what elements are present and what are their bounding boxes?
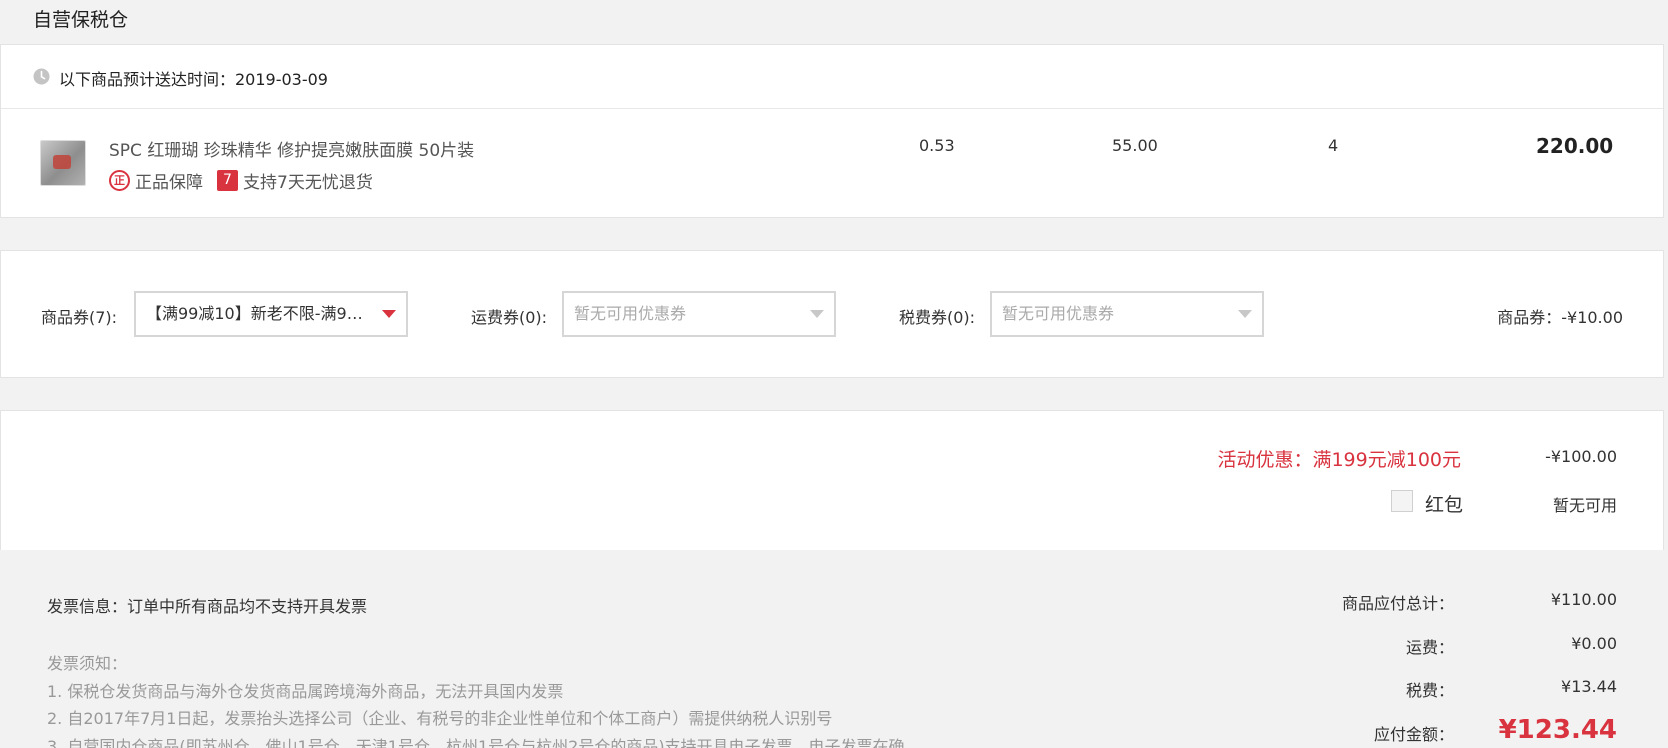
dropdown-arrow-icon [810, 310, 824, 318]
summary-goods-total: 商品应付总计： ¥110.00 [1290, 590, 1617, 616]
invoice-notes: 发票须知： 1. 保税仓发货商品与海外仓发货商品属跨境海外商品，无法开具国内发票… [47, 650, 905, 748]
promotion-panel: 活动优惠：满199元减100元 -¥100.00 红包 暂无可用 [0, 410, 1664, 550]
summary-shipping-label: 运费： [1405, 638, 1454, 657]
coupon-panel: 商品券(7): 【满99减10】新老不限-满99减10 运费券(0): 暂无可用… [0, 250, 1664, 378]
tax-coupon-select[interactable]: 暂无可用优惠券 [990, 291, 1264, 337]
summary-tax: 税费： ¥13.44 [1290, 677, 1617, 703]
invoice-note-item: 1. 保税仓发货商品与海外仓发货商品属跨境海外商品，无法开具国内发票 [47, 681, 564, 701]
invoice-note-item: 2. 自2017年7月1日起，发票抬头选择公司（企业、有税号的非企业性单位和个体… [47, 709, 833, 728]
invoice-note-item: 3. 自营国内仓商品(即苏州仓、佛山1号仓、天津1号仓、杭州1号仓与杭州2号仓的… [47, 736, 905, 748]
goods-coupon-selected-value: 【满99减10】新老不限-满99减10 [146, 304, 394, 323]
product-thumbnail[interactable] [40, 140, 86, 186]
seven-day-return-label: 支持7天无忧退货 [243, 172, 373, 193]
goods-coupon-select[interactable]: 【满99减10】新老不限-满99减10 [134, 291, 408, 337]
summary-tax-value: ¥13.44 [1561, 677, 1617, 696]
goods-coupon-total: 商品券：-¥10.00 [1497, 308, 1623, 327]
dropdown-arrow-icon [1238, 310, 1252, 318]
shipping-coupon-select[interactable]: 暂无可用优惠券 [562, 291, 836, 337]
product-name-link[interactable]: SPC 红珊瑚 珍珠精华 修护提亮嫩肤面膜 50片装 [109, 136, 474, 161]
delivery-time-text: 以下商品预计送达时间：2019-03-09 [59, 70, 328, 89]
invoice-notes-title: 发票须知： [47, 654, 128, 673]
checkout-page: 自营保税仓 以下商品预计送达时间：2019-03-09 SPC 红珊瑚 珍珠精华… [0, 0, 1668, 748]
red-packet-status: 暂无可用 [1552, 496, 1617, 515]
product-price: 55.00 [1112, 136, 1158, 155]
seven-day-return-icon: 7 [217, 169, 238, 191]
product-row: SPC 红珊瑚 珍珠精华 修护提亮嫩肤面膜 50片装 正 正品保障 7 支持7天… [1, 110, 1663, 218]
summary-payable-label: 应付金额： [1373, 725, 1454, 744]
order-panel: 以下商品预计送达时间：2019-03-09 SPC 红珊瑚 珍珠精华 修护提亮嫩… [0, 44, 1664, 218]
summary-payable: 应付金额： ¥123.44 [1290, 715, 1617, 747]
product-guarantees: 正 正品保障 7 支持7天无忧退货 [109, 168, 373, 193]
summary-tax-label: 税费： [1405, 681, 1454, 700]
product-tax: 0.53 [919, 136, 955, 155]
red-packet-label[interactable]: 红包 [1425, 490, 1463, 517]
tax-coupon-placeholder: 暂无可用优惠券 [1002, 304, 1115, 323]
product-quantity: 4 [1328, 136, 1339, 155]
clock-icon [33, 68, 50, 85]
shipping-coupon-label: 运费券(0): [471, 308, 548, 327]
invoice-info: 发票信息：订单中所有商品均不支持开具发票 [47, 597, 368, 616]
genuine-guarantee-label: 正品保障 [135, 172, 203, 193]
delivery-row: 以下商品预计送达时间：2019-03-09 [1, 45, 1663, 109]
dropdown-arrow-icon [382, 310, 396, 318]
summary-goods-total-label: 商品应付总计： [1341, 594, 1454, 613]
summary-goods-total-value: ¥110.00 [1550, 590, 1617, 609]
promotion-text: 活动优惠：满199元减100元 [1217, 449, 1461, 471]
summary-payable-value: ¥123.44 [1498, 715, 1617, 745]
promotion-amount: -¥100.00 [1545, 447, 1617, 466]
red-packet-checkbox[interactable] [1391, 490, 1413, 512]
tax-coupon-label: 税费券(0): [899, 308, 976, 327]
shipping-coupon-placeholder: 暂无可用优惠券 [574, 304, 687, 323]
summary-shipping: 运费： ¥0.00 [1290, 634, 1617, 660]
product-subtotal: 220.00 [1536, 134, 1614, 158]
genuine-badge-icon: 正 [109, 169, 130, 191]
goods-coupon-label: 商品券(7): [41, 308, 118, 327]
summary-shipping-value: ¥0.00 [1571, 634, 1617, 653]
warehouse-title: 自营保税仓 [33, 9, 129, 31]
